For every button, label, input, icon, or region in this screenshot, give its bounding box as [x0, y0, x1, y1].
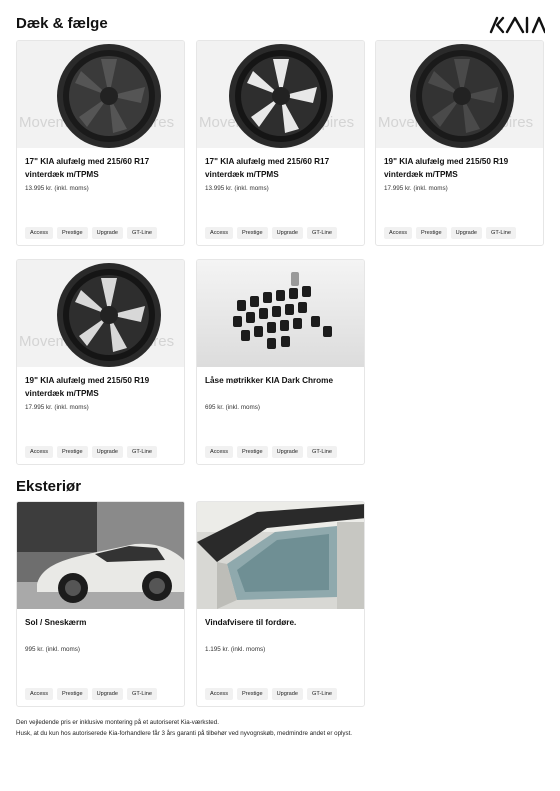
product-name: 17" KIA alufælg med 215/60 R17 vinterdæk… — [205, 157, 330, 179]
tag-access: Access — [205, 688, 234, 700]
tag-gt-line: GT-Line — [127, 688, 157, 700]
trim-tags: Access Prestige Upgrade GT-Line — [25, 688, 157, 700]
product-card[interactable]: Sol / Sneskærm 995 kr. (inkl. moms) Acce… — [16, 501, 185, 707]
tag-gt-line: GT-Line — [127, 227, 157, 239]
product-name: Sol / Sneskærm — [25, 618, 87, 627]
product-card[interactable]: Movement that inspires 19" KIA alufælg m… — [375, 40, 544, 246]
trim-tags: Access Prestige Upgrade GT-Line — [205, 688, 337, 700]
tag-prestige: Prestige — [416, 227, 447, 239]
tag-prestige: Prestige — [237, 446, 268, 458]
section-title-wheels: Dæk & fælge — [16, 15, 108, 32]
tag-gt-line: GT-Line — [486, 227, 516, 239]
kia-logo-icon — [489, 16, 545, 34]
product-name: 19" KIA alufælg med 215/50 R19 vinterdæk… — [25, 376, 150, 398]
product-name: 19" KIA alufælg med 215/50 R19 vinterdæk… — [384, 157, 509, 179]
tag-access: Access — [25, 227, 54, 239]
product-price: 1.195 kr. (inkl. moms) — [205, 646, 266, 653]
product-price: 17.995 kr. (inkl. moms) — [384, 185, 448, 192]
product-price: 17.995 kr. (inkl. moms) — [25, 404, 89, 411]
product-name: Vindafvisere til fordøre. — [205, 618, 297, 627]
tag-access: Access — [205, 227, 234, 239]
tag-prestige: Prestige — [237, 227, 268, 239]
wheel-dark-icon: Movement that inspires — [376, 41, 543, 148]
product-card[interactable]: Movement that inspires 19" KIA alufælg m… — [16, 259, 185, 465]
product-price: 13.995 kr. (inkl. moms) — [25, 185, 89, 192]
tag-access: Access — [25, 688, 54, 700]
tag-gt-line: GT-Line — [307, 688, 337, 700]
lug-nuts-icon — [197, 260, 364, 367]
wheel-polished-icon: Movement that inspires — [17, 260, 184, 367]
wheel-dark-icon: Movement that inspires — [17, 41, 184, 148]
tag-gt-line: GT-Line — [127, 446, 157, 458]
product-card[interactable]: Movement that inspires 17" KIA alufælg m… — [16, 40, 185, 246]
tag-access: Access — [25, 446, 54, 458]
trim-tags: Access Prestige Upgrade GT-Line — [25, 227, 157, 239]
trim-tags: Access Prestige Upgrade GT-Line — [205, 227, 337, 239]
product-name: 17" KIA alufælg med 215/60 R17 vinterdæk… — [25, 157, 150, 179]
trim-tags: Access Prestige Upgrade GT-Line — [384, 227, 516, 239]
tag-prestige: Prestige — [57, 688, 88, 700]
tag-upgrade: Upgrade — [271, 688, 304, 700]
tag-upgrade: Upgrade — [91, 688, 124, 700]
tag-access: Access — [384, 227, 413, 239]
footer-line: Den vejledende pris er inklusive monteri… — [16, 719, 219, 726]
tag-gt-line: GT-Line — [307, 446, 337, 458]
car-photo — [17, 502, 184, 609]
product-price: 13.995 kr. (inkl. moms) — [205, 185, 269, 192]
section-title-exterior: Eksteriør — [16, 478, 82, 495]
product-card[interactable]: Låse møtrikker KIA Dark Chrome 695 kr. (… — [196, 259, 365, 465]
tag-access: Access — [205, 446, 234, 458]
trim-tags: Access Prestige Upgrade GT-Line — [205, 446, 337, 458]
trim-tags: Access Prestige Upgrade GT-Line — [25, 446, 157, 458]
tag-prestige: Prestige — [57, 227, 88, 239]
product-name: Låse møtrikker KIA Dark Chrome — [205, 376, 334, 385]
tag-upgrade: Upgrade — [91, 227, 124, 239]
tag-upgrade: Upgrade — [271, 227, 304, 239]
footer-disclaimer: Den vejledende pris er inklusive monteri… — [16, 717, 352, 739]
tag-upgrade: Upgrade — [450, 227, 483, 239]
tag-upgrade: Upgrade — [271, 446, 304, 458]
product-price: 995 kr. (inkl. moms) — [25, 646, 80, 653]
tag-upgrade: Upgrade — [91, 446, 124, 458]
tag-gt-line: GT-Line — [307, 227, 337, 239]
tag-prestige: Prestige — [57, 446, 88, 458]
window-deflector-photo — [197, 502, 364, 609]
product-price: 695 kr. (inkl. moms) — [205, 404, 260, 411]
tag-prestige: Prestige — [237, 688, 268, 700]
footer-line: Husk, at du kun hos autoriserede Kia-for… — [16, 730, 353, 737]
product-card[interactable]: Movement that inspires 17" KIA alufælg m… — [196, 40, 365, 246]
wheel-polished-icon: Movement that inspires — [197, 41, 364, 148]
product-card[interactable]: Vindafvisere til fordøre. 1.195 kr. (ink… — [196, 501, 365, 707]
